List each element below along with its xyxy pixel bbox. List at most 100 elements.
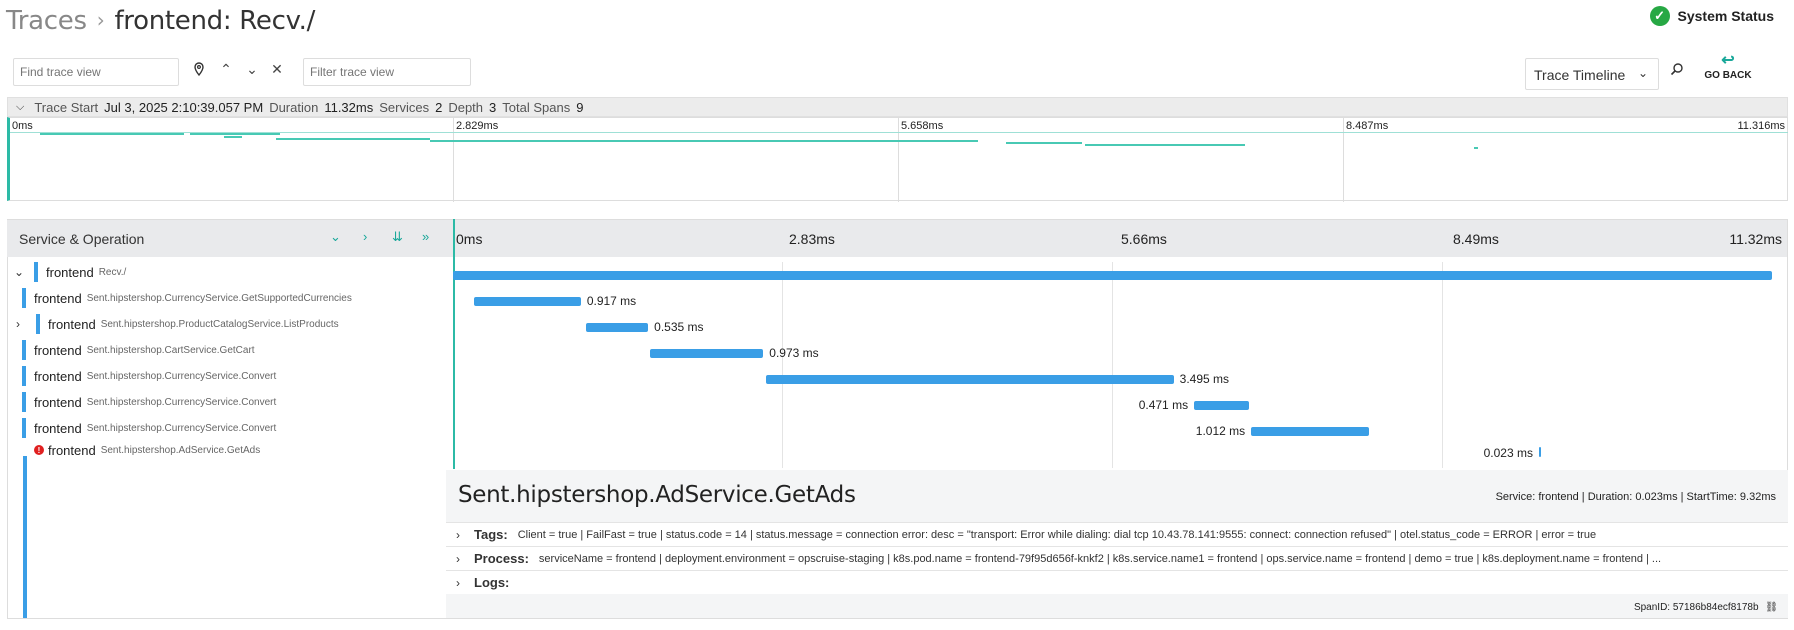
breadcrumb-traces-link[interactable]: Traces [6,6,87,36]
tags-row[interactable]: › Tags: Client = true | FailFast = true … [446,522,1788,546]
service-color-stripe [22,340,26,360]
zoom-icon[interactable] [1670,62,1684,79]
services-label: Services [379,99,430,115]
span-service: frontend [34,394,82,410]
service-color-stripe [22,418,26,438]
chevron-down-icon[interactable]: ⌄ [14,265,28,279]
span-bar[interactable] [585,323,649,332]
span-duration-label: 0.917 ms [586,294,637,308]
find-trace-input[interactable] [13,58,179,86]
span-operation: Recv./ [98,266,127,278]
logs-row[interactable]: › Logs: [446,570,1788,594]
span-row[interactable]: ⌄ frontend Recv./ [8,260,126,284]
chevron-up-icon[interactable]: ⌃ [217,60,235,78]
check-circle-icon: ✓ [1649,6,1670,26]
minimap-gridline [898,118,899,202]
chevron-down-icon[interactable]: ⌄ [243,60,261,78]
service-color-stripe [34,262,38,282]
minimap-gridline [1343,118,1344,202]
span-bar[interactable] [766,375,1174,384]
depth-label: Depth [448,99,484,115]
go-back-button[interactable]: ↩ GO BACK [1700,52,1756,81]
span-id-value: 57186b84ecf8178b [1672,602,1759,613]
collapse-one-icon[interactable]: ⌄ [330,229,341,245]
span-service: frontend [34,290,82,306]
minimap-gridline [453,118,454,202]
minimap-span [1474,147,1478,149]
timeline-gridline [1442,262,1443,468]
duration-label: Duration [269,99,319,115]
span-id: SpanID: 57186b84ecf8178b ⛓ [1634,602,1778,613]
duration-value: 11.32ms [324,99,374,115]
chevron-right-icon[interactable]: › [16,317,30,331]
depth-value: 3 [489,99,497,115]
span-service: frontend [46,264,94,280]
trace-minimap[interactable]: 0ms 2.829ms 5.658ms 8.487ms 11.316ms [7,117,1788,202]
span-bar[interactable] [453,271,1772,280]
trace-summary-bar[interactable]: ⌵ Trace Start Jul 3, 2025 2:10:39.057 PM… [7,97,1788,117]
expand-one-icon[interactable]: › [363,229,367,244]
span-operation: Sent.hipstershop.CurrencyService.Convert [86,396,277,408]
timeline-gridline [1112,262,1113,468]
span-row[interactable]: frontend Sent.hipstershop.CurrencyServic… [22,364,276,388]
service-color-stripe [22,288,26,308]
services-value: 2 [435,99,443,115]
service-operation-heading: Service & Operation [19,231,145,247]
span-row[interactable]: frontend Sent.hipstershop.CurrencyServic… [22,286,352,310]
minimap-tick-label: 5.658ms [901,120,944,132]
expand-all-icon[interactable]: » [422,229,429,244]
span-detail-panel: Sent.hipstershop.AdService.GetAds Servic… [446,470,1788,618]
chevron-down-icon: ⌄ [1637,66,1648,80]
chevron-right-icon[interactable]: › [456,552,466,566]
minimap-span [1006,142,1082,144]
page-header: Traces › frontend: Recv./ ✓ System Status [0,0,1794,48]
logs-label: Logs: [474,575,510,590]
view-select[interactable]: Trace Timeline ⌄ [1525,58,1659,90]
service-color-stripe [22,392,26,412]
minimap-span [276,138,430,140]
span-bar[interactable] [649,349,764,358]
span-row[interactable]: frontend Sent.hipstershop.CartService.Ge… [22,338,255,362]
minimap-span [430,140,978,142]
span-duration-label: 0.973 ms [769,346,819,360]
span-id-label: SpanID: [1633,602,1671,613]
span-detail-meta: Service: frontend | Duration: 0.023ms | … [1495,491,1776,503]
span-row[interactable]: frontend Sent.hipstershop.CurrencyServic… [22,416,276,440]
view-select-value: Trace Timeline [1534,67,1626,83]
process-value: serviceName = frontend | deployment.envi… [538,552,1662,565]
system-status-label: System Status [1677,8,1774,24]
span-service: frontend [48,442,96,458]
total-spans-label: Total Spans [502,99,571,115]
panel-border [7,618,1788,619]
location-pin-icon[interactable] [190,60,208,78]
chevron-right-icon[interactable]: › [456,576,466,590]
collapse-all-icon[interactable]: ⇊ [392,229,403,245]
service-color-stripe [22,366,26,386]
system-status[interactable]: ✓ System Status [1649,6,1774,26]
span-row[interactable]: frontend Sent.hipstershop.CurrencyServic… [22,390,276,414]
filter-trace-input[interactable] [303,58,471,86]
chevron-right-icon[interactable]: › [456,528,466,542]
span-bar[interactable] [1251,427,1370,436]
span-bar[interactable] [1194,401,1249,410]
link-icon[interactable]: ⛓ [1765,602,1778,613]
close-icon[interactable]: ✕ [268,60,286,78]
process-row[interactable]: › Process: serviceName = frontend | depl… [446,546,1788,570]
span-row[interactable]: › frontend Sent.hipstershop.ProductCatal… [14,312,339,336]
tags-label: Tags: [474,527,508,542]
axis-tick-label: 2.83ms [789,231,835,247]
span-operation: Sent.hipstershop.ProductCatalogService.L… [100,318,339,330]
minimap-tick-label: 8.487ms [1346,120,1389,132]
axis-tick-label: 8.49ms [1453,231,1499,247]
minimap-tick-label: 2.829ms [456,120,499,132]
service-color-stripe [36,314,40,334]
collapse-chevron-icon[interactable]: ⌵ [16,101,24,114]
axis-tick-label: 0ms [456,231,483,247]
minimap-span [1085,144,1245,146]
axis-tick-label: 11.32ms [1729,231,1782,247]
timeline-header: Service & Operation ⌄ › ⇊ » 0ms 2.83ms 5… [7,219,1788,257]
span-bar[interactable] [473,297,581,306]
axis-tick-label: 5.66ms [1121,231,1167,247]
span-row-selected[interactable]: ! frontend Sent.hipstershop.AdService.Ge… [34,438,260,462]
span-bar[interactable] [1538,447,1541,457]
